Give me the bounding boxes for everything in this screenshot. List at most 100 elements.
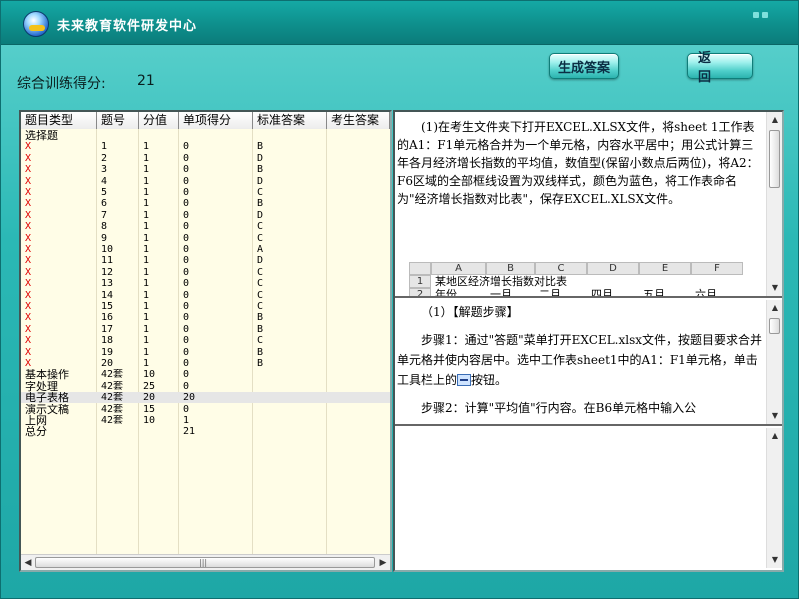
sheet-cell: 一月 (490, 288, 512, 298)
sheet-column-header: A (431, 262, 486, 275)
scroll-up-icon[interactable]: ▲ (769, 302, 781, 314)
table-row[interactable]: X 14 1 0 C (21, 290, 390, 301)
notes-box[interactable]: ▲ ▼ (395, 428, 782, 570)
table-cell: 3 (101, 164, 108, 176)
table-row[interactable]: 总分 21 (21, 426, 390, 437)
column-header[interactable]: 考生答案 (327, 112, 390, 129)
scroll-down-icon[interactable]: ▼ (769, 282, 781, 294)
table-row[interactable]: X 4 1 0 D (21, 176, 390, 187)
table-row[interactable]: X 19 1 0 B (21, 347, 390, 358)
table-row[interactable]: 选择题 (21, 130, 390, 141)
column-header[interactable]: 题目类型 (21, 112, 97, 129)
table-row[interactable]: 字处理 42套 25 0 (21, 381, 390, 392)
table-row[interactable]: X 15 1 0 C (21, 301, 390, 312)
table-cell (253, 415, 327, 426)
scroll-down-icon[interactable]: ▼ (769, 410, 781, 422)
table-cell: 20 (183, 392, 196, 404)
scroll-up-icon[interactable]: ▲ (769, 114, 781, 126)
scroll-left-icon[interactable]: ◀ (22, 557, 34, 569)
table-cell (327, 426, 390, 437)
table-cell (139, 130, 179, 141)
table-row[interactable]: X 7 1 0 D (21, 210, 390, 221)
answer-scrollbar[interactable]: ▲ ▼ (766, 300, 782, 424)
answer-step-1: 步骤1：通过"答题"菜单打开EXCEL.xlsx文件，按题目要求合并单元格并使内… (397, 330, 765, 390)
column-header[interactable]: 题号 (97, 112, 139, 129)
table-cell: 0 (183, 152, 190, 164)
scroll-up-icon[interactable]: ▲ (769, 430, 781, 442)
table-row[interactable]: X 3 1 0 B (21, 164, 390, 175)
table-cell (327, 324, 390, 335)
scroll-right-icon[interactable]: ▶ (377, 557, 389, 569)
minimize-icon[interactable] (753, 12, 759, 18)
table-cell (327, 153, 390, 164)
table-row[interactable]: X 12 1 0 C (21, 267, 390, 278)
table-cell (327, 267, 390, 278)
table-row[interactable]: 上网 42套 10 1 (21, 415, 390, 426)
table-row[interactable]: X 18 1 0 C (21, 335, 390, 346)
column-header[interactable]: 分值 (139, 112, 179, 129)
horizontal-scrollbar[interactable]: ◀ ||| ▶ (21, 554, 390, 570)
wrong-mark: X (25, 209, 32, 221)
notes-scrollbar[interactable]: ▲ ▼ (766, 428, 782, 568)
table-row[interactable]: X 16 1 0 B (21, 312, 390, 323)
table-row[interactable]: X 17 1 0 B (21, 324, 390, 335)
table-cell (327, 369, 390, 380)
column-header[interactable]: 单项得分 (179, 112, 253, 129)
sheet-corner (409, 262, 431, 275)
table-cell: 1 (143, 335, 150, 347)
table-row[interactable]: 电子表格 42套 20 20 (21, 392, 390, 404)
table-row[interactable]: X 9 1 0 C (21, 233, 390, 244)
scroll-grip-icon: ||| (199, 558, 208, 567)
table-cell (253, 404, 327, 415)
scroll-thumb[interactable] (769, 130, 780, 188)
table-cell: 0 (183, 289, 190, 301)
table-cell: C (257, 266, 264, 278)
table-cell (253, 369, 327, 380)
table-row[interactable]: X 11 1 0 D (21, 255, 390, 266)
back-button[interactable]: 返 回 (687, 51, 753, 85)
table-cell: 基本操作 (25, 369, 69, 381)
table-cell: 1 (143, 255, 150, 267)
table-cell: 0 (183, 369, 190, 381)
table-cell (253, 130, 327, 141)
table-cell (327, 347, 390, 358)
table-row[interactable]: X 1 1 0 B (21, 141, 390, 152)
scroll-thumb[interactable] (769, 318, 780, 334)
answer-step-1-text: 步骤1：通过"答题"菜单打开EXCEL.xlsx文件，按题目要求合并单元格并使内… (397, 333, 763, 387)
question-box[interactable]: (1)在考生文件夹下打开EXCEL.XLSX文件，将sheet 1工作表的A1：… (395, 112, 782, 298)
table-row[interactable]: X 8 1 0 C (21, 221, 390, 232)
answer-box[interactable]: （1）【解题步骤】 步骤1：通过"答题"菜单打开EXCEL.xlsx文件，按题目… (395, 300, 782, 426)
table-cell: 2 (101, 152, 108, 164)
table-cell: 0 (183, 266, 190, 278)
table-cell (327, 278, 390, 289)
score-value: 21 (137, 73, 155, 89)
table-cell (327, 187, 390, 198)
table-cell: 1 (143, 301, 150, 312)
table-cell (327, 198, 390, 209)
table-cell (327, 244, 390, 255)
table-cell (97, 426, 139, 437)
table-row[interactable]: 演示文稿 42套 15 0 (21, 404, 390, 415)
table-cell: D (257, 255, 264, 267)
table-cell: 0 (183, 358, 190, 369)
sheet-column-header: C (535, 262, 587, 275)
table-row[interactable]: X 20 1 0 B (21, 358, 390, 369)
question-scrollbar[interactable]: ▲ ▼ (766, 112, 782, 296)
table-row[interactable]: X 13 1 0 C (21, 278, 390, 289)
table-row[interactable]: 基本操作 42套 10 0 (21, 369, 390, 380)
generate-answer-button[interactable]: 生成答案 (549, 53, 619, 79)
scroll-down-icon[interactable]: ▼ (769, 554, 781, 566)
table-row[interactable]: X 5 1 0 C (21, 187, 390, 198)
wrong-mark: X (25, 312, 32, 324)
table-row[interactable]: X 10 1 0 A (21, 244, 390, 255)
wrong-mark: X (25, 266, 32, 278)
table-cell: 1 (143, 198, 150, 210)
column-header[interactable]: 标准答案 (253, 112, 327, 129)
results-panel: 题目类型 题号 分值 单项得分 标准答案 考生答案 选择题 X 1 1 0 B X 2 1 0 D X 3 1 0 B X… (19, 110, 392, 572)
table-cell: 0 (183, 255, 190, 267)
table-row[interactable]: X 2 1 0 D (21, 153, 390, 164)
table-cell: D (257, 152, 264, 164)
table-row[interactable]: X 6 1 0 B (21, 198, 390, 209)
sheet-row-header: 1 (409, 275, 431, 288)
close-icon[interactable] (762, 12, 768, 18)
